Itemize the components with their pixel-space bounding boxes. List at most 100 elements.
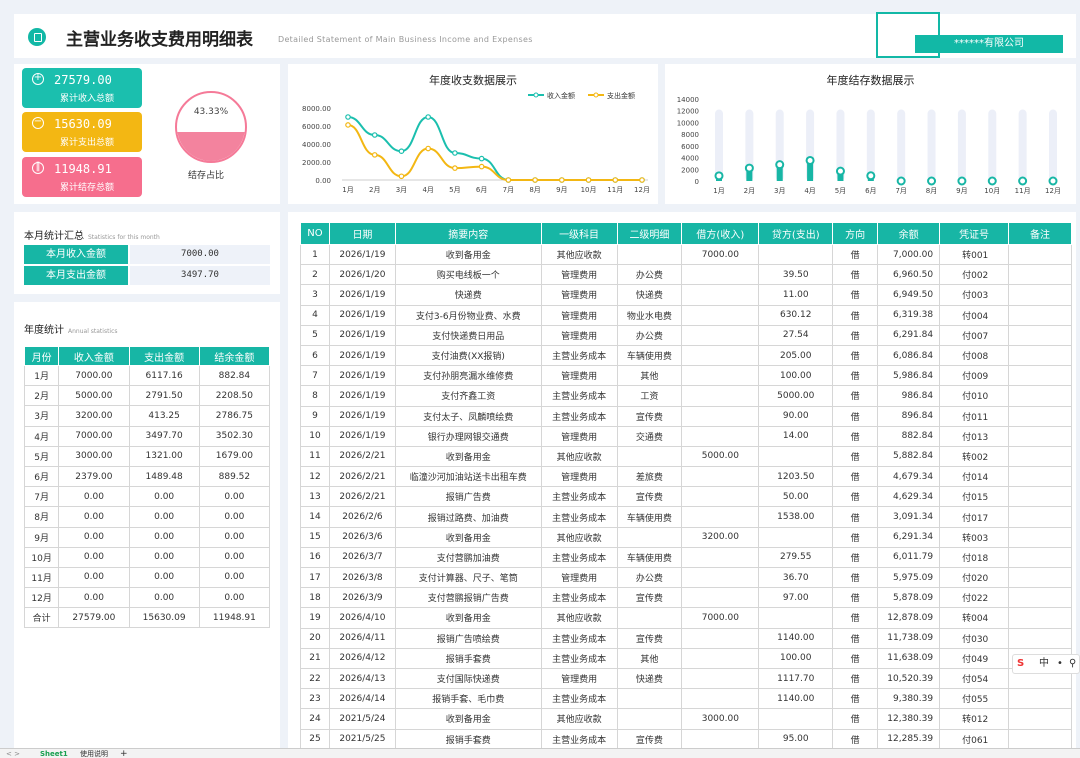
detail-cell[interactable]	[1008, 587, 1072, 609]
annual-cell[interactable]: 12月	[23, 587, 60, 609]
detail-cell[interactable]: 3200.00	[681, 526, 760, 548]
detail-cell[interactable]: 97.00	[758, 587, 834, 609]
annual-cell[interactable]: 0.00	[128, 506, 200, 528]
detail-cell[interactable]	[758, 607, 834, 629]
detail-cell[interactable]	[681, 425, 760, 447]
detail-cell[interactable]: 100.00	[758, 647, 834, 669]
detail-cell[interactable]: 5000.00	[758, 385, 834, 407]
detail-cell[interactable]	[1008, 445, 1072, 468]
detail-cell[interactable]: 2026/4/10	[328, 607, 396, 629]
detail-cell[interactable]: 9	[300, 405, 330, 427]
annual-cell[interactable]: 1679.00	[198, 445, 271, 467]
annual-cell[interactable]: 0.00	[198, 566, 271, 589]
detail-cell[interactable]: 4,679.34	[877, 466, 941, 488]
annual-header-cell[interactable]: 结余金额	[198, 346, 271, 366]
detail-cell[interactable]: 27.54	[758, 324, 834, 346]
detail-cell[interactable]: 借	[832, 445, 879, 468]
detail-cell[interactable]	[681, 667, 760, 690]
detail-cell[interactable]: 2026/1/19	[328, 284, 396, 306]
annual-cell[interactable]: 2379.00	[58, 465, 130, 488]
annual-cell[interactable]: 11948.91	[198, 607, 271, 629]
detail-cell[interactable]	[681, 688, 760, 710]
detail-cell[interactable]: 报销广告喷绘费	[394, 627, 542, 649]
detail-cell[interactable]: 购买电线板一个	[394, 264, 542, 286]
detail-cell[interactable]: 支付齐鑫工资	[394, 385, 542, 407]
detail-cell[interactable]: 付030	[939, 627, 1010, 649]
detail-cell[interactable]: 付003	[939, 284, 1010, 306]
detail-cell[interactable]: 支付油费(XX报销)	[394, 344, 542, 367]
detail-cell[interactable]	[1008, 486, 1072, 508]
detail-cell[interactable]: 付022	[939, 587, 1010, 609]
detail-header-cell[interactable]: 摘要内容	[394, 222, 542, 245]
annual-cell[interactable]: 5月	[23, 445, 60, 467]
detail-cell[interactable]	[1008, 284, 1072, 306]
detail-cell[interactable]	[1008, 385, 1072, 407]
detail-cell[interactable]: 12	[300, 466, 330, 488]
detail-cell[interactable]: 21	[300, 647, 330, 669]
detail-cell[interactable]: 宣传费	[616, 728, 683, 750]
detail-cell[interactable]: 主营业务成本	[540, 627, 618, 649]
ime-lang-toggle[interactable]: 中	[1039, 655, 1049, 673]
detail-cell[interactable]: 7	[300, 365, 330, 387]
detail-cell[interactable]: 付018	[939, 546, 1010, 569]
detail-cell[interactable]: 2026/1/19	[328, 425, 396, 447]
annual-cell[interactable]: 2208.50	[198, 385, 271, 407]
detail-cell[interactable]: 转012	[939, 708, 1010, 730]
detail-cell[interactable]	[616, 445, 683, 468]
detail-cell[interactable]: 2026/3/7	[328, 546, 396, 569]
detail-cell[interactable]: 6,011.79	[877, 546, 941, 569]
detail-cell[interactable]: 报销广告费	[394, 486, 542, 508]
detail-cell[interactable]: 借	[832, 486, 879, 508]
detail-cell[interactable]: 其他应收款	[540, 607, 618, 629]
annual-cell[interactable]: 3月	[23, 405, 60, 427]
detail-cell[interactable]: 借	[832, 546, 879, 569]
detail-cell[interactable]: 23	[300, 688, 330, 710]
detail-cell[interactable]: 3	[300, 284, 330, 306]
detail-cell[interactable]: 付008	[939, 344, 1010, 367]
detail-header-cell[interactable]: 方向	[832, 222, 879, 245]
detail-cell[interactable]	[758, 243, 834, 266]
detail-cell[interactable]: 2026/1/19	[328, 365, 396, 387]
annual-cell[interactable]: 15630.09	[128, 607, 200, 629]
detail-cell[interactable]: 2026/2/21	[328, 445, 396, 468]
detail-cell[interactable]	[681, 385, 760, 407]
annual-cell[interactable]: 0.00	[128, 486, 200, 508]
annual-cell[interactable]: 7000.00	[58, 364, 130, 387]
detail-cell[interactable]: 8	[300, 385, 330, 407]
detail-cell[interactable]: 借	[832, 607, 879, 629]
detail-cell[interactable]	[681, 264, 760, 286]
detail-cell[interactable]: 支付营鹏报销广告费	[394, 587, 542, 609]
detail-cell[interactable]	[681, 324, 760, 346]
detail-cell[interactable]: 11,638.09	[877, 647, 941, 669]
annual-cell[interactable]: 2791.50	[128, 385, 200, 407]
detail-cell[interactable]	[1008, 405, 1072, 427]
detail-cell[interactable]: 4	[300, 304, 330, 326]
detail-cell[interactable]: 支付国际快递费	[394, 667, 542, 690]
detail-header-cell[interactable]: 借方(收入)	[681, 222, 760, 245]
detail-cell[interactable]: 2026/1/19	[328, 304, 396, 326]
detail-cell[interactable]	[1008, 546, 1072, 569]
detail-cell[interactable]: 1117.70	[758, 667, 834, 690]
detail-cell[interactable]: 18	[300, 587, 330, 609]
detail-cell[interactable]: 付061	[939, 728, 1010, 750]
annual-cell[interactable]: 2月	[23, 385, 60, 407]
detail-cell[interactable]: 付055	[939, 688, 1010, 710]
annual-cell[interactable]: 0.00	[198, 526, 271, 548]
detail-cell[interactable]: 6,291.84	[877, 324, 941, 346]
detail-cell[interactable]: 办公费	[616, 264, 683, 286]
detail-cell[interactable]: 6,319.38	[877, 304, 941, 326]
annual-cell[interactable]: 1月	[23, 364, 60, 387]
annual-cell[interactable]: 0.00	[198, 546, 271, 568]
detail-cell[interactable]: 付014	[939, 466, 1010, 488]
detail-cell[interactable]: 借	[832, 647, 879, 669]
detail-cell[interactable]: 95.00	[758, 728, 834, 750]
detail-cell[interactable]: 24	[300, 708, 330, 730]
detail-cell[interactable]: 管理费用	[540, 566, 618, 589]
detail-cell[interactable]: 付009	[939, 365, 1010, 387]
detail-cell[interactable]: 付013	[939, 425, 1010, 447]
detail-cell[interactable]: 10,520.39	[877, 667, 941, 690]
detail-cell[interactable]: 主营业务成本	[540, 405, 618, 427]
detail-cell[interactable]: 付049	[939, 647, 1010, 669]
detail-cell[interactable]: 快递费	[394, 284, 542, 306]
detail-cell[interactable]	[1008, 243, 1072, 266]
